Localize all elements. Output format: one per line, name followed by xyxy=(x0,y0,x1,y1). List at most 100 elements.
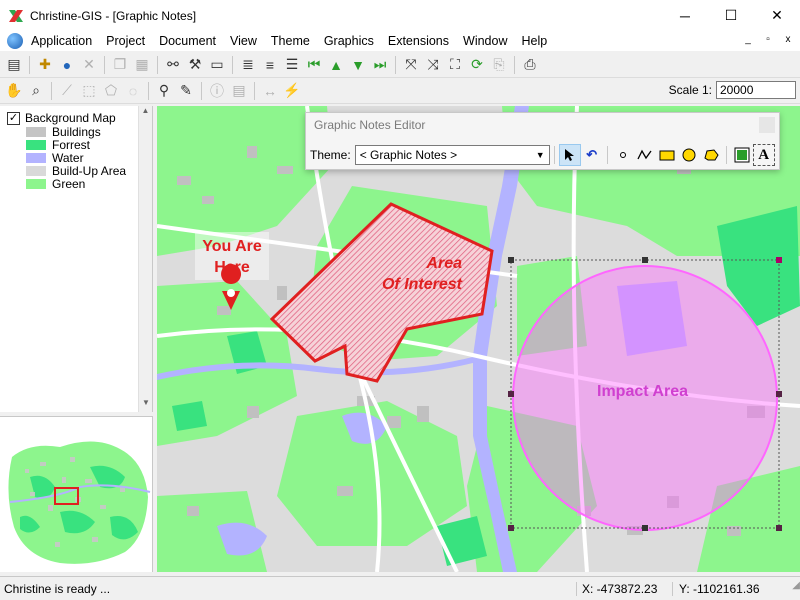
scroll-up-icon[interactable]: ▲ xyxy=(139,106,152,120)
polygon-tool-icon[interactable] xyxy=(700,144,722,166)
legend-swatch xyxy=(26,126,46,137)
rectangle-tool-icon[interactable] xyxy=(656,144,678,166)
add-theme-icon[interactable]: ✚ xyxy=(34,54,56,76)
scale-label: Scale 1: xyxy=(668,83,712,97)
pointer-tool-icon[interactable] xyxy=(558,144,581,166)
select-rect-icon[interactable]: ⬚ xyxy=(78,80,100,102)
menu-application[interactable]: Application xyxy=(31,34,100,48)
scroll-down-icon[interactable]: ▼ xyxy=(139,398,153,412)
graphic-notes-editor: Graphic Notes Editor Theme: < Graphic No… xyxy=(305,112,780,170)
status-message: Christine is ready ... xyxy=(4,581,111,596)
zoom-in-extent-icon[interactable]: ⤧ xyxy=(400,54,422,76)
toolbar-separator xyxy=(395,55,396,74)
copy-icon[interactable]: ❐ xyxy=(109,54,131,76)
export-icon[interactable]: ⎘ xyxy=(488,54,510,76)
remove-icon[interactable]: ✕ xyxy=(78,54,100,76)
layers-icon[interactable]: ≣ xyxy=(237,54,259,76)
zoom-out-extent-icon[interactable]: ⤨ xyxy=(422,54,444,76)
measure-icon[interactable]: ↔ xyxy=(259,80,281,102)
gne-close-button[interactable] xyxy=(759,117,775,133)
select-circle-icon[interactable]: ◌ xyxy=(122,80,144,102)
maximize-button[interactable]: ☐ xyxy=(708,0,754,31)
legend-item-label: Water xyxy=(52,150,84,165)
toolbar-separator xyxy=(232,55,233,74)
mdi-controls: _ ▫ x xyxy=(740,33,796,47)
scale-box: Scale 1: xyxy=(669,81,796,99)
pan-hand-icon[interactable]: ✋ xyxy=(3,80,25,102)
query-icon[interactable]: ⚲ xyxy=(153,80,175,102)
zoom-icon[interactable]: ⌕ xyxy=(25,80,47,102)
scale-input[interactable] xyxy=(716,81,796,99)
map-canvas[interactable]: You Are Here Area Of Interest Impact Are… xyxy=(157,106,800,572)
legend-scrollbar[interactable]: ▲ ▼ xyxy=(138,106,152,412)
move-last-icon[interactable]: ⏭ xyxy=(369,54,391,76)
overview-map-graphic xyxy=(0,417,152,572)
gne-theme-value: < Graphic Notes > xyxy=(359,148,458,162)
move-first-icon[interactable]: ⏮ xyxy=(303,54,325,76)
mdi-restore-button[interactable]: ▫ xyxy=(760,33,776,47)
table-icon[interactable]: ▦ xyxy=(131,54,153,76)
background-map-checkbox[interactable]: ✓ xyxy=(7,111,20,125)
area-of-interest-label: Area Of Interest xyxy=(357,253,462,295)
minimize-button[interactable]: ─ xyxy=(662,0,708,31)
toolbar-separator xyxy=(254,81,255,100)
legend-group-label: Background Map xyxy=(25,111,116,125)
frame-tool-icon[interactable] xyxy=(731,144,753,166)
legend-item-label: Build-Up Area xyxy=(52,163,127,178)
layers-copy-icon[interactable]: ☰ xyxy=(281,54,303,76)
globe-icon[interactable] xyxy=(7,33,23,49)
select-line-icon[interactable]: ⟋ xyxy=(56,80,78,102)
text-tool-icon[interactable]: A xyxy=(752,144,775,166)
select-polygon-icon[interactable]: ⬠ xyxy=(100,80,122,102)
circle-tool-icon[interactable] xyxy=(678,144,700,166)
undo-icon[interactable]: ↶ xyxy=(581,144,603,166)
toolbar-separator xyxy=(553,146,555,164)
layers-stack-icon[interactable]: ≡ xyxy=(259,54,281,76)
area-of-interest-line2: Of Interest xyxy=(381,276,462,293)
menu-project[interactable]: Project xyxy=(106,34,153,48)
impact-area-label: Impact Area xyxy=(597,383,688,400)
status-y-coordinate: Y: -1102161.36 xyxy=(672,581,782,596)
gne-theme-label: Theme: xyxy=(310,148,351,162)
legend-swatch xyxy=(26,139,46,150)
tools-icon[interactable]: ⚒ xyxy=(184,54,206,76)
close-button[interactable]: ✕ xyxy=(754,0,800,31)
info-icon[interactable]: ⓘ xyxy=(206,80,228,102)
hotlink-icon[interactable]: ⚡ xyxy=(281,80,303,102)
point-tool-icon[interactable] xyxy=(612,144,634,166)
move-up-icon[interactable]: ▲ xyxy=(325,54,347,76)
overview-map[interactable] xyxy=(0,416,153,572)
resize-grip-icon[interactable]: ◢ xyxy=(782,580,800,598)
menu-document[interactable]: Document xyxy=(159,34,224,48)
menu-bar: Application Project Document View Theme … xyxy=(0,31,800,51)
toolbar-separator xyxy=(157,55,158,74)
menu-theme[interactable]: Theme xyxy=(271,34,318,48)
dictionary-icon[interactable]: ▤ xyxy=(3,54,25,76)
toolbar-separator xyxy=(606,146,608,164)
menu-view[interactable]: View xyxy=(230,34,265,48)
toolbar-separator xyxy=(104,55,105,74)
mdi-close-button[interactable]: x xyxy=(780,33,796,47)
move-down-icon[interactable]: ▼ xyxy=(347,54,369,76)
mdi-minimize-button[interactable]: _ xyxy=(740,33,756,47)
menu-graphics[interactable]: Graphics xyxy=(324,34,382,48)
menu-extensions[interactable]: Extensions xyxy=(388,34,457,48)
zoom-full-icon[interactable]: ⛶ xyxy=(444,54,466,76)
menu-help[interactable]: Help xyxy=(521,34,555,48)
globe-theme-icon[interactable]: ● xyxy=(56,54,78,76)
info-table-icon[interactable]: ▤ xyxy=(228,80,250,102)
chevron-down-icon: ▼ xyxy=(535,150,545,160)
gne-title[interactable]: Graphic Notes Editor xyxy=(306,113,779,137)
area-of-interest-line1: Area xyxy=(426,255,462,272)
menu-window[interactable]: Window xyxy=(463,34,515,48)
refresh-icon[interactable]: ⟳ xyxy=(466,54,488,76)
edit-icon[interactable]: ✎ xyxy=(175,80,197,102)
page-icon[interactable]: ▭ xyxy=(206,54,228,76)
binoculars-icon[interactable]: ⚯ xyxy=(162,54,184,76)
gne-theme-select[interactable]: < Graphic Notes > ▼ xyxy=(354,145,550,165)
legend-group[interactable]: ✓ Background Map xyxy=(7,111,152,125)
legend-item: Forrest xyxy=(26,138,152,152)
map-graphic xyxy=(157,106,800,572)
line-tool-icon[interactable] xyxy=(634,144,656,166)
print-icon[interactable]: ⎙ xyxy=(519,54,541,76)
